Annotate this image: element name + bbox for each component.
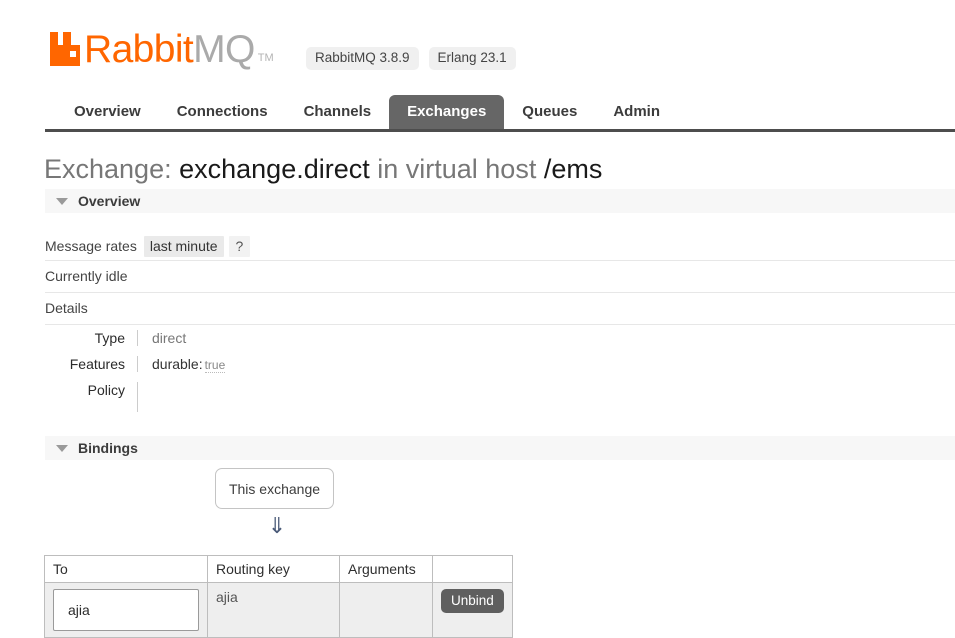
nav-tab-list: Overview Connections Channels Exchanges … bbox=[56, 95, 678, 129]
cell-routing-key: ajia bbox=[207, 582, 340, 638]
rabbitmq-logo[interactable]: Rabbit MQ TM bbox=[50, 28, 274, 69]
detail-value-features: durable: true bbox=[138, 356, 226, 373]
tab-queues[interactable]: Queues bbox=[504, 95, 595, 129]
divider-after-details-label bbox=[45, 324, 955, 325]
this-exchange-node[interactable]: This exchange bbox=[215, 468, 334, 509]
badge-rabbitmq-version: RabbitMQ 3.8.9 bbox=[306, 47, 419, 70]
detail-key-policy: Policy bbox=[45, 382, 138, 412]
column-header-to: To bbox=[44, 555, 208, 583]
tab-connections[interactable]: Connections bbox=[159, 95, 286, 129]
tab-overview[interactable]: Overview bbox=[56, 95, 159, 129]
logo-text-rabbit: Rabbit bbox=[84, 28, 194, 71]
rabbitmq-management-page: Rabbit MQ TM RabbitMQ 3.8.9 Erlang 23.1 … bbox=[0, 0, 955, 638]
divider-after-message-rates bbox=[45, 260, 955, 261]
column-header-routing-key: Routing key bbox=[207, 555, 340, 583]
unbind-button[interactable]: Unbind bbox=[441, 589, 504, 613]
exchange-status-text: Currently idle bbox=[45, 268, 128, 284]
rabbitmq-logo-icon bbox=[50, 28, 80, 66]
detail-row-type: Type direct bbox=[45, 330, 345, 356]
tab-admin[interactable]: Admin bbox=[595, 95, 678, 129]
overview-section-label: Overview bbox=[78, 193, 141, 209]
page-title-prefix: Exchange: bbox=[44, 154, 172, 184]
exchange-details-table: Type direct Features durable: true Policy bbox=[45, 330, 345, 412]
message-rates-row: Message rates last minute ? bbox=[45, 232, 251, 260]
detail-key-features: Features bbox=[45, 356, 138, 372]
bindings-table: To Routing key Arguments ajia ajia Unbin… bbox=[44, 555, 513, 638]
version-badges: RabbitMQ 3.8.9 Erlang 23.1 bbox=[306, 47, 516, 70]
detail-row-features: Features durable: true bbox=[45, 356, 345, 382]
column-header-arguments: Arguments bbox=[339, 555, 433, 583]
detail-row-policy: Policy bbox=[45, 382, 345, 412]
bindings-section-label: Bindings bbox=[78, 440, 138, 456]
details-label: Details bbox=[45, 300, 88, 316]
triangle-down-icon bbox=[56, 197, 68, 205]
overview-section-header[interactable]: Overview bbox=[45, 189, 955, 213]
main-navigation: Overview Connections Channels Exchanges … bbox=[45, 95, 955, 132]
page-title-vhost: /ems bbox=[543, 154, 603, 184]
logo-text-mq: MQ bbox=[193, 28, 255, 71]
detail-key-type: Type bbox=[45, 330, 138, 346]
detail-features-subvalue: true bbox=[204, 358, 226, 373]
page-title-exchange-name: exchange.direct bbox=[179, 154, 370, 184]
bindings-section-header[interactable]: Bindings bbox=[45, 436, 955, 460]
detail-value-type: direct bbox=[152, 330, 187, 346]
page-title-middle: in virtual host bbox=[377, 154, 537, 184]
badge-erlang-version: Erlang 23.1 bbox=[428, 47, 516, 70]
double-down-arrow-icon: ⇓ bbox=[267, 513, 287, 538]
cell-to: ajia bbox=[44, 582, 208, 638]
page-header: Rabbit MQ TM RabbitMQ 3.8.9 Erlang 23.1 bbox=[0, 0, 955, 92]
page-title: Exchange: exchange.direct in virtual hos… bbox=[44, 153, 602, 186]
triangle-down-icon bbox=[56, 444, 68, 452]
cell-actions: Unbind bbox=[432, 582, 513, 638]
table-row: ajia ajia Unbind bbox=[44, 582, 513, 638]
bindings-table-header-row: To Routing key Arguments bbox=[44, 555, 513, 583]
cell-arguments bbox=[339, 582, 433, 638]
message-rates-period-selector[interactable]: last minute bbox=[143, 235, 224, 257]
message-rates-help-icon[interactable]: ? bbox=[228, 235, 251, 257]
tab-channels[interactable]: Channels bbox=[286, 95, 390, 129]
message-rates-label: Message rates bbox=[45, 238, 137, 254]
column-header-actions bbox=[432, 555, 513, 583]
detail-features-name: durable: bbox=[152, 356, 203, 372]
logo-trademark: TM bbox=[257, 52, 274, 64]
tab-exchanges[interactable]: Exchanges bbox=[389, 95, 505, 129]
divider-after-status bbox=[45, 292, 955, 293]
binding-destination-link[interactable]: ajia bbox=[53, 589, 199, 631]
